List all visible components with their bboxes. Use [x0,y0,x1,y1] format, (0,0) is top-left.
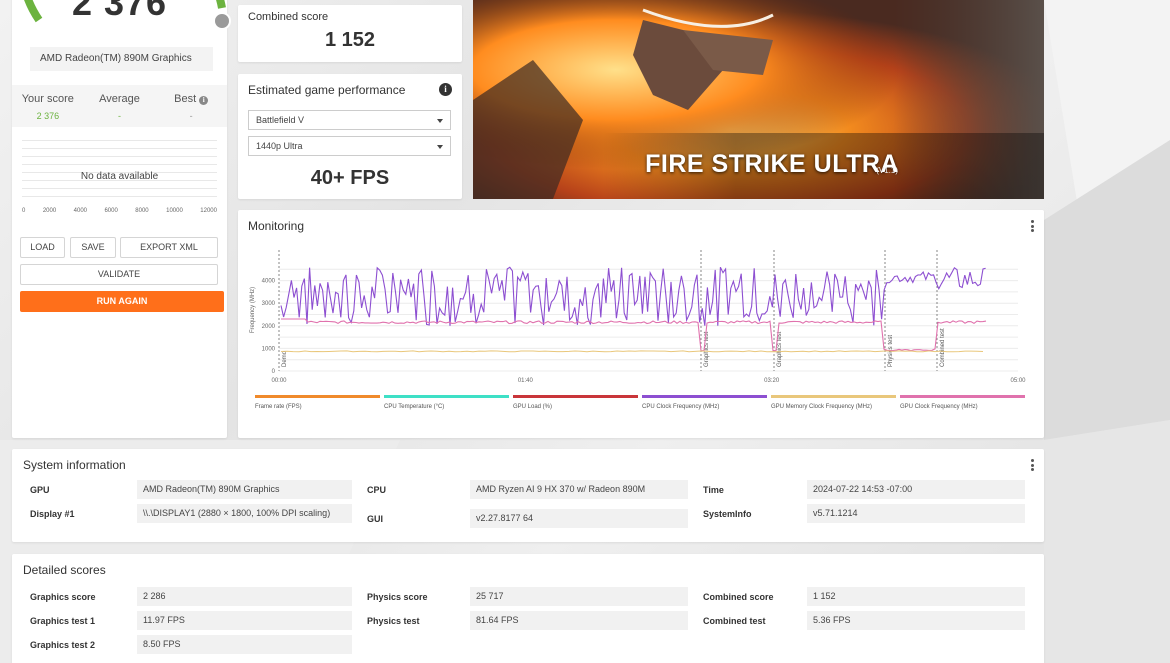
detailed-scores-title: Detailed scores [23,563,106,577]
detailed-scores-card: Detailed scores Graphics score 2 286 Gra… [12,554,1044,663]
monitoring-chart: Frequency (MHz) 0 1000 2000 3000 4000 00:00 0… [250,250,1026,384]
benchmark-version: (V1.1) [876,166,898,175]
no-data-message: No data available [80,171,159,182]
game-select[interactable]: Battlefield V [248,110,451,130]
cpu-label: CPU [367,485,387,495]
more-options-icon[interactable] [1031,220,1034,234]
y-tick-label: 4000 [262,279,276,285]
axis-tick: 0 [22,208,26,214]
gpu-label: GPU [30,485,50,495]
graphics-test2-label: Graphics test 2 [30,640,96,650]
y-tick-label: 0 [272,369,276,375]
legend-frame-rate[interactable]: Frame rate (FPS) [255,395,380,410]
axis-tick: 12000 [200,208,217,214]
best-score: Best i - [155,85,227,127]
legend-gpu-clock[interactable]: GPU Clock Frequency (MHz) [900,395,1025,410]
combined-score-value: 1 152 [324,29,376,51]
monitoring-legend: Frame rate (FPS) CPU Temperature (°C) GP… [255,395,1025,410]
graphics-score-value: 2 286 [137,587,352,606]
score-comparison: Your score 2 376 Average - Best i - [12,85,227,127]
gpu-clock-series [281,318,987,352]
preset-select[interactable]: 1440p Ultra [248,136,451,156]
gui-label: GUI [367,514,384,524]
run-again-button[interactable]: RUN AGAIN [20,291,224,312]
save-button[interactable]: SAVE [70,237,116,258]
axis-tick: 10000 [166,208,183,214]
monitoring-title: Monitoring [248,219,305,233]
physics-test-value: 81.64 FPS [470,611,688,630]
display-label: Display #1 [30,509,75,519]
gui-value: v2.27.8177 64 [470,509,688,528]
overall-score: 2 376 [71,0,168,23]
combined-score-label: Combined score [703,592,774,602]
x-tick-label: 00:00 [271,378,287,384]
gpu-value: AMD Radeon(TM) 890M Graphics [137,480,352,499]
legend-cpu-clock[interactable]: CPU Clock Frequency (MHz) [642,395,767,410]
system-information-title: System information [23,458,126,472]
graphics-score-label: Graphics score [30,592,96,602]
more-options-icon[interactable] [1031,459,1034,473]
physics-score-value: 25 717 [470,587,688,606]
phase-label: Graphics test [704,331,710,367]
systeminfo-value: v5.71.1214 [807,504,1025,523]
legend-gpu-memory-clock[interactable]: GPU Memory Clock Frequency (MHz) [771,395,896,410]
caret-down-icon [437,119,443,123]
export-xml-button[interactable]: EXPORT XML [120,237,218,258]
monitoring-card: Monitoring Frequency (MHz) 0 1000 2000 3000… [238,210,1044,438]
axis-tick: 8000 [135,208,149,214]
physics-test-label: Physics test [367,616,420,626]
gpu-name: AMD Radeon(TM) 890M Graphics [30,47,213,71]
game-performance-title: Estimated game performance [248,83,406,97]
system-information-card: System information GPU AMD Radeon(TM) 89… [12,449,1044,542]
axis-tick: 6000 [104,208,118,214]
combined-score-card: Combined score 1 152 [238,5,462,62]
axis-tick: 2000 [42,208,57,214]
validate-button[interactable]: VALIDATE [20,264,218,285]
y-axis-label: Frequency (MHz) [250,287,256,333]
combined-test-value: 5.36 FPS [807,611,1025,630]
estimated-fps: 40+ FPS [310,167,390,189]
phase-label: Combined test [940,328,946,367]
distribution-chart: No data available [22,140,217,210]
info-icon[interactable]: i [199,96,209,105]
y-tick-label: 1000 [262,346,276,352]
x-tick-label: 05:00 [1010,378,1026,384]
score-panel: 2 376 AMD Radeon(TM) 890M Graphics Your … [12,0,231,438]
phase-label: Demo [282,350,288,367]
axis-tick: 4000 [73,208,87,214]
combined-test-label: Combined test [703,616,766,626]
systeminfo-label: SystemInfo [703,509,752,519]
y-tick-label: 3000 [262,301,276,307]
caret-down-icon [437,145,443,149]
game-performance-card: Estimated game performance i Battlefield… [238,74,462,199]
info-icon[interactable]: i [439,83,452,96]
benchmark-banner: FIRE STRIKE ULTRA (V1.1) [473,0,1044,199]
display-value: \\.\DISPLAY1 (2880 × 1800, 100% DPI scal… [137,504,352,523]
gpu-memory-clock-series [280,350,984,353]
combined-score-value: 1 152 [807,587,1025,606]
graphics-test1-label: Graphics test 1 [30,616,96,626]
cpu-clock-series [280,266,986,326]
legend-cpu-temp[interactable]: CPU Temperature (°C) [384,395,509,410]
time-label: Time [703,485,724,495]
time-value: 2024-07-22 14:53 -07:00 [807,480,1025,499]
load-button[interactable]: LOAD [20,237,65,258]
distribution-axis: 0 2000 4000 6000 8000 10000 12000 [22,208,217,214]
graphics-test1-value: 11.97 FPS [137,611,352,630]
benchmark-title: FIRE STRIKE ULTRA [645,150,899,178]
legend-gpu-load[interactable]: GPU Load (%) [513,395,638,410]
x-tick-label: 03:20 [764,378,780,384]
cpu-value: AMD Ryzen AI 9 HX 370 w/ Radeon 890M [470,480,688,499]
physics-score-label: Physics score [367,592,428,602]
y-tick-label: 2000 [262,324,276,330]
combined-score-label: Combined score [248,11,329,23]
your-score: Your score 2 376 [21,93,74,121]
average-score: Average - [99,93,140,121]
x-tick-label: 01:40 [518,378,534,384]
graphics-test2-value: 8.50 FPS [137,635,352,654]
